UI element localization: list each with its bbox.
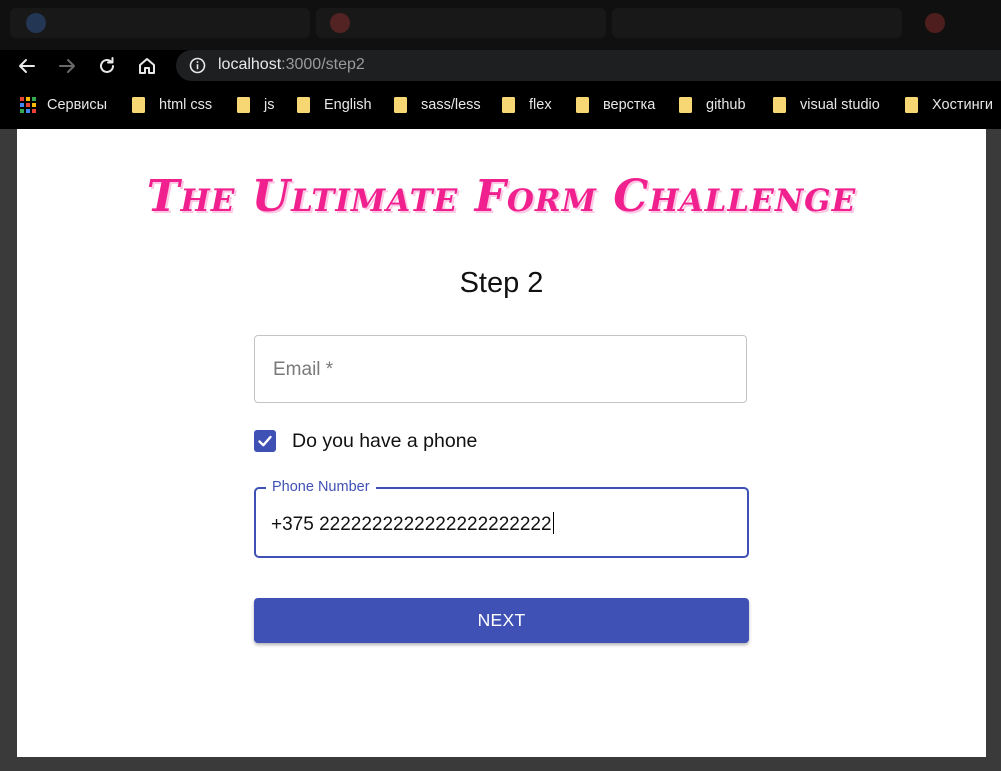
- browser-toolbar: localhost:3000/step2: [0, 50, 1001, 81]
- phone-checkbox-label[interactable]: Do you have a phone: [292, 430, 477, 453]
- phone-checkbox-row[interactable]: Do you have a phone: [254, 429, 477, 453]
- arrow-left-icon: [19, 59, 35, 73]
- phone-number-label: Phone Number: [266, 479, 376, 495]
- text-caret: [552, 512, 554, 534]
- bookmark-folder[interactable]: flex: [502, 95, 552, 115]
- bookmark-folder[interactable]: html css: [132, 95, 212, 115]
- browser-tab-strip: [0, 0, 1001, 50]
- folder-icon: [394, 97, 407, 113]
- phone-number-field[interactable]: Phone Number +375 2222222222222222222222: [254, 479, 749, 558]
- tab-favicon-icon: [330, 13, 350, 33]
- bookmark-label: sass/less: [421, 97, 481, 113]
- tab-favicon-icon: [26, 13, 46, 33]
- folder-icon: [576, 97, 589, 113]
- bookmark-label: flex: [529, 97, 552, 113]
- folder-icon: [679, 97, 692, 113]
- folder-icon: [237, 97, 250, 113]
- forward-button[interactable]: [54, 53, 80, 79]
- email-field[interactable]: [254, 335, 747, 404]
- bookmark-label: visual studio: [800, 97, 880, 113]
- bookmark-folder[interactable]: верстка: [576, 95, 655, 115]
- bookmark-folder[interactable]: visual studio: [773, 95, 880, 115]
- step-heading: Step 2: [459, 267, 544, 299]
- next-button[interactable]: NEXT: [254, 598, 749, 643]
- folder-icon: [773, 97, 786, 113]
- reload-button[interactable]: [94, 53, 120, 79]
- folder-icon: [905, 97, 918, 113]
- bookmark-folder[interactable]: English: [297, 95, 372, 115]
- bookmark-label: Хостинги: [932, 97, 993, 113]
- bookmark-folder[interactable]: github: [679, 95, 746, 115]
- browser-tab[interactable]: [612, 8, 902, 38]
- tab-favicon-icon: [925, 13, 945, 33]
- bookmark-label: Сервисы: [47, 97, 108, 113]
- bookmark-label: js: [264, 97, 275, 113]
- info-icon[interactable]: [189, 57, 206, 74]
- url-host: localhost: [218, 56, 282, 73]
- browser-tab[interactable]: [316, 8, 606, 38]
- bookmark-folder[interactable]: js: [237, 95, 274, 115]
- page-title: The Ultimate Form Challenge: [146, 171, 857, 222]
- apps-grid-icon: [20, 97, 36, 113]
- url-text: localhost:3000/step2: [218, 56, 365, 74]
- folder-icon: [132, 97, 145, 113]
- bookmark-folder[interactable]: Хостинги: [905, 95, 993, 115]
- bookmarks-bar: Сервисы html css js English sass/less fl…: [0, 81, 1001, 129]
- email-input[interactable]: [271, 336, 735, 404]
- bookmark-apps[interactable]: Сервисы: [20, 95, 107, 115]
- back-button[interactable]: [14, 53, 40, 79]
- bookmark-label: github: [706, 97, 746, 113]
- checkmark-icon: [258, 435, 272, 447]
- home-button[interactable]: [134, 53, 160, 79]
- phone-number-input[interactable]: +375 2222222222222222222222: [271, 512, 554, 536]
- folder-icon: [502, 97, 515, 113]
- bookmark-folder[interactable]: sass/less: [394, 95, 481, 115]
- home-icon: [139, 58, 155, 74]
- bookmark-label: html css: [159, 97, 213, 113]
- url-path: :3000/step2: [281, 56, 365, 73]
- phone-checkbox[interactable]: [254, 430, 276, 452]
- reload-icon: [100, 57, 114, 73]
- phone-number-value: +375 2222222222222222222222: [271, 514, 552, 535]
- folder-icon: [297, 97, 310, 113]
- arrow-right-icon: [59, 59, 75, 73]
- page-content: The Ultimate Form Challenge Step 2 Do yo…: [17, 129, 986, 757]
- bookmark-label: English: [324, 97, 372, 113]
- address-bar[interactable]: localhost:3000/step2: [176, 50, 1001, 81]
- bookmark-label: верстка: [603, 97, 656, 113]
- browser-tab[interactable]: [10, 8, 310, 38]
